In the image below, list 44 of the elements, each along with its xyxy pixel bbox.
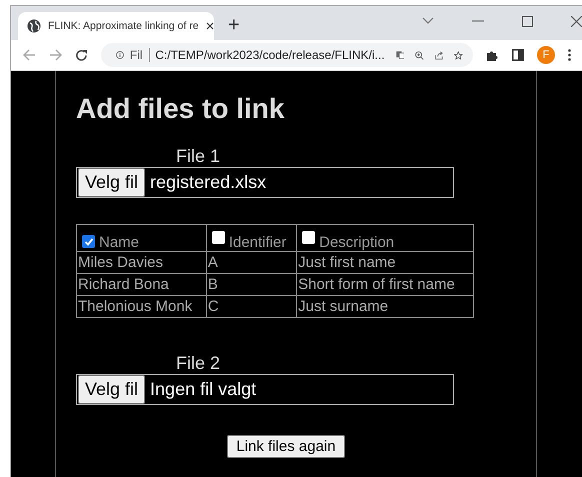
info-icon bbox=[116, 49, 124, 61]
table-cell: C bbox=[206, 296, 297, 318]
choose-file-button[interactable]: Velg fil bbox=[78, 168, 146, 197]
tab-title: FLINK: Approximate linking of re bbox=[48, 20, 199, 32]
link-files-button[interactable]: Link files again bbox=[227, 435, 345, 458]
table-cell: A bbox=[206, 252, 297, 274]
file-input[interactable]: Velg fil Ingen fil valgt bbox=[76, 374, 454, 405]
column-label: Identifier bbox=[228, 234, 286, 251]
choose-file-button[interactable]: Velg fil bbox=[78, 375, 146, 404]
address-bar[interactable]: Fil C:/TEMP/work2023/code/release/FLINK/i... bbox=[101, 43, 473, 67]
column-label: Name bbox=[99, 234, 140, 250]
table-cell: Richard Bona bbox=[76, 274, 206, 296]
url-text: C:/TEMP/work2023/code/release/FLINK/i... bbox=[155, 48, 385, 62]
table-cell: Just surname bbox=[296, 296, 474, 318]
chevron-down-icon[interactable] bbox=[422, 17, 434, 25]
close-icon[interactable]: × bbox=[206, 18, 214, 34]
file-name: Ingen fil valgt bbox=[150, 379, 256, 400]
minimize-icon[interactable] bbox=[472, 20, 484, 22]
side-panel-icon[interactable] bbox=[512, 49, 524, 61]
table-cell: Short form of first name bbox=[296, 274, 474, 296]
page-heading: Add files to link bbox=[76, 93, 286, 125]
puzzle-icon[interactable] bbox=[486, 48, 499, 62]
table-cell: Miles Davies bbox=[76, 252, 206, 274]
reload-icon[interactable] bbox=[75, 48, 88, 62]
new-tab-button[interactable]: + bbox=[228, 15, 240, 35]
security-label: Fil bbox=[130, 48, 143, 62]
share-icon[interactable] bbox=[434, 48, 444, 62]
star-icon[interactable] bbox=[454, 48, 463, 62]
browser-tab[interactable]: FLINK: Approximate linking of re × bbox=[18, 12, 214, 40]
file-name: registered.xlsx bbox=[150, 172, 266, 193]
column-checkbox[interactable] bbox=[212, 231, 225, 244]
zoom-icon[interactable] bbox=[415, 48, 424, 62]
column-label: Description bbox=[319, 234, 394, 251]
table-cell: B bbox=[206, 274, 297, 296]
maximize-icon[interactable] bbox=[522, 16, 533, 26]
file-label: File 1 bbox=[176, 145, 222, 167]
table-cell: Just first name bbox=[296, 252, 474, 274]
table-cell: Thelonious Monk bbox=[76, 296, 206, 318]
file-label: File 2 bbox=[176, 352, 222, 374]
more-icon[interactable] bbox=[568, 49, 571, 61]
column-checkbox[interactable] bbox=[82, 235, 95, 248]
file-input[interactable]: Velg fil registered.xlsx bbox=[76, 167, 454, 198]
column-checkbox[interactable] bbox=[302, 231, 316, 244]
close-icon[interactable] bbox=[571, 16, 582, 26]
